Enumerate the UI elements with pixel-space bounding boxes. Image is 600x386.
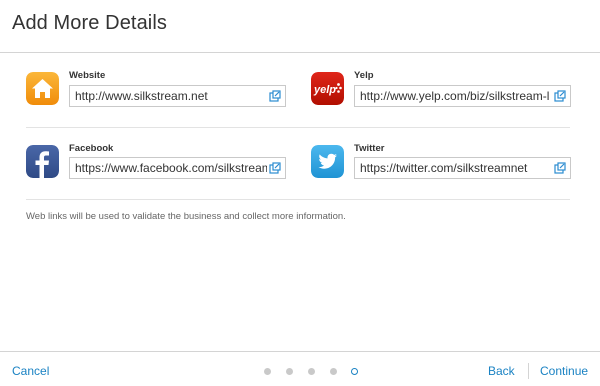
yelp-label: Yelp (354, 70, 374, 81)
open-link-icon[interactable] (269, 90, 281, 102)
open-link-icon[interactable] (269, 162, 281, 174)
yelp-field-box (354, 85, 571, 107)
section-divider (26, 199, 570, 200)
continue-button[interactable]: Continue (540, 364, 588, 378)
facebook-field-box (69, 157, 286, 179)
website-field-box (69, 85, 286, 107)
yelp-field[interactable] (355, 86, 552, 106)
page-title: Add More Details (12, 12, 167, 34)
twitter-logo-icon (311, 145, 344, 178)
step-dot-current (351, 368, 358, 375)
open-link-icon[interactable] (554, 90, 566, 102)
step-dot (264, 368, 271, 375)
dialog-footer: Cancel Back Continue (0, 351, 600, 386)
facebook-label: Facebook (69, 143, 114, 154)
dialog-header: Add More Details (0, 0, 600, 53)
twitter-field[interactable] (355, 158, 550, 178)
twitter-field-box (354, 157, 571, 179)
section-divider (26, 127, 570, 128)
twitter-label: Twitter (354, 143, 385, 154)
website-field[interactable] (70, 86, 265, 106)
footer-divider (528, 363, 529, 379)
home-icon (26, 72, 59, 105)
info-note: Web links will be used to validate the b… (26, 211, 346, 222)
step-dot (308, 368, 315, 375)
website-label: Website (69, 70, 106, 81)
open-link-icon[interactable] (554, 162, 566, 174)
step-dot (330, 368, 337, 375)
back-button[interactable]: Back (488, 364, 515, 378)
svg-text:yelp: yelp (313, 84, 336, 96)
facebook-field[interactable] (70, 158, 267, 178)
cancel-button[interactable]: Cancel (12, 364, 49, 378)
facebook-logo-icon (26, 145, 59, 178)
yelp-logo-icon: yelp (311, 72, 344, 105)
step-dot (286, 368, 293, 375)
